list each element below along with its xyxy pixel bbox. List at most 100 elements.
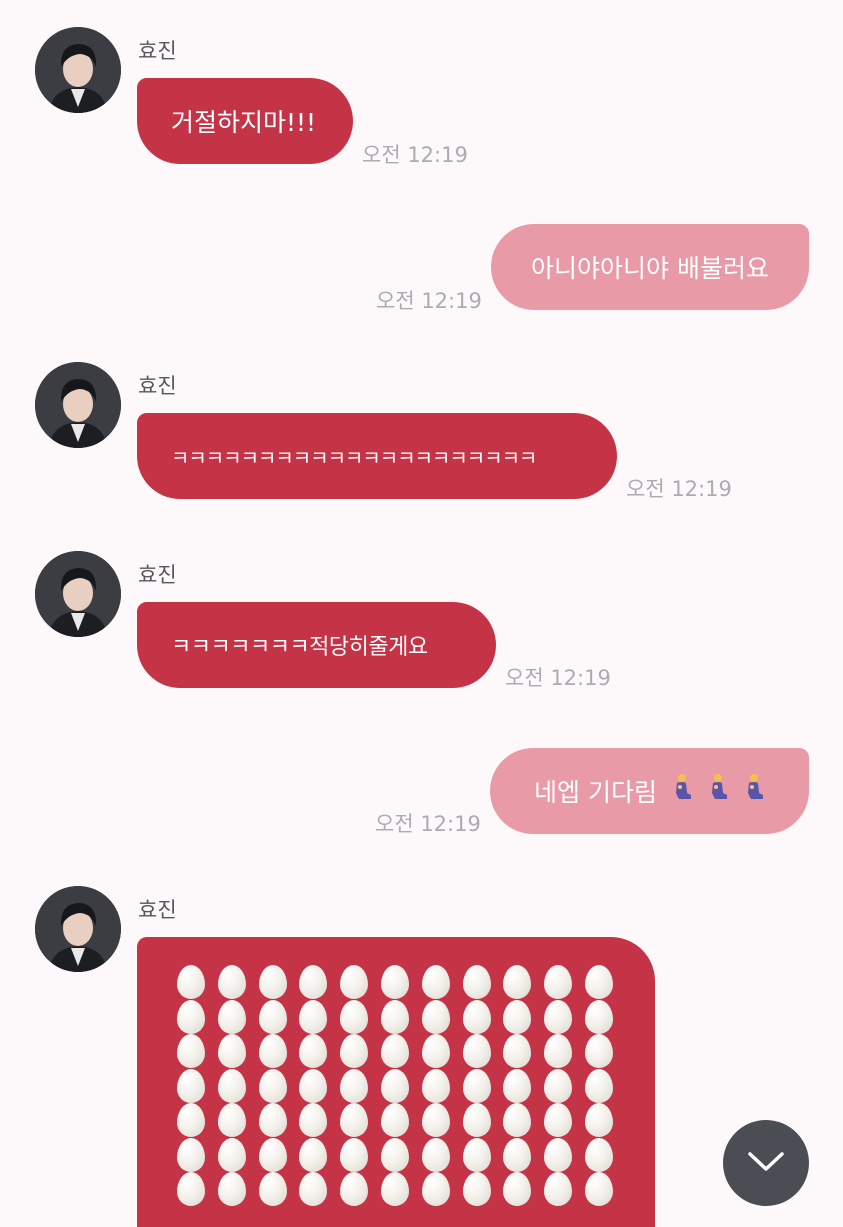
message-text: 아니야아니야 배불러요 <box>531 254 769 283</box>
egg-icon <box>258 1034 287 1068</box>
egg-icon <box>177 965 205 999</box>
egg-icon <box>177 1137 205 1172</box>
message-bubble[interactable]: 거절하지마!!! <box>137 78 353 164</box>
message-text: ㅋㅋㅋㅋㅋㅋㅋ적당히줄게요 <box>171 635 428 660</box>
egg-icon <box>503 1103 532 1137</box>
egg-icon <box>217 965 246 999</box>
egg-icon <box>381 1034 409 1068</box>
egg-icon <box>381 1137 409 1172</box>
egg-icon <box>381 1068 409 1103</box>
message-time: 오전 12:19 <box>362 143 468 167</box>
egg-icon <box>503 1068 532 1103</box>
egg-icon <box>340 999 369 1034</box>
egg-icon <box>299 1137 328 1172</box>
egg-icon <box>177 1068 205 1103</box>
egg-icon <box>299 965 328 999</box>
egg-icon <box>585 965 613 999</box>
egg-icon <box>462 965 491 999</box>
egg-icon <box>340 1172 369 1206</box>
egg-icon <box>217 999 246 1034</box>
egg-icon <box>462 1103 491 1137</box>
egg-icon <box>217 1034 246 1068</box>
egg-icon <box>421 965 450 999</box>
message-time: 오전 12:19 <box>375 812 481 836</box>
egg-icon <box>544 1172 573 1206</box>
egg-icon <box>381 1172 409 1206</box>
sender-name: 효진 <box>138 374 177 398</box>
egg-icon <box>258 965 287 999</box>
egg-icon <box>217 1068 246 1103</box>
egg-icon <box>177 1172 205 1206</box>
avatar[interactable] <box>35 551 121 637</box>
egg-icon <box>544 1137 573 1172</box>
message-text: ㅋㅋㅋㅋㅋㅋㅋㅋㅋㅋㅋㅋㅋㅋㅋㅋㅋㅋㅋㅋㅋ <box>171 445 537 470</box>
message-text: 네엡 기다림 <box>534 778 657 807</box>
egg-icon <box>299 1172 328 1206</box>
egg-icon <box>340 1137 369 1172</box>
egg-icon <box>544 1034 573 1068</box>
message-bubble[interactable]: 네엡 기다림 <box>490 748 809 834</box>
egg-icon <box>299 999 328 1034</box>
message-bubble[interactable]: 아니야아니야 배불러요 <box>491 224 809 310</box>
egg-icon <box>585 999 613 1034</box>
egg-icon <box>177 1103 205 1137</box>
egg-icon <box>421 1068 450 1103</box>
egg-icon <box>381 965 409 999</box>
egg-icon <box>544 1068 573 1103</box>
egg-icon <box>340 1068 369 1103</box>
egg-icon <box>217 1137 246 1172</box>
avatar[interactable] <box>35 886 121 972</box>
egg-icon <box>421 1103 450 1137</box>
egg-icon <box>258 1103 287 1137</box>
egg-icon <box>421 1137 450 1172</box>
sender-name: 효진 <box>138 563 177 587</box>
egg-icon <box>503 965 532 999</box>
egg-icon <box>217 1103 246 1137</box>
egg-icon <box>340 965 369 999</box>
message-bubble[interactable]: ㅋㅋㅋㅋㅋㅋㅋㅋㅋㅋㅋㅋㅋㅋㅋㅋㅋㅋㅋㅋㅋ <box>137 413 617 499</box>
message-time: 오전 12:19 <box>376 289 482 313</box>
egg-icon <box>340 1103 369 1137</box>
egg-icon <box>503 1172 532 1206</box>
message-bubble[interactable] <box>137 937 655 1227</box>
egg-icon <box>421 1034 450 1068</box>
egg-icon <box>503 1137 532 1172</box>
egg-icon <box>177 999 205 1034</box>
egg-icon <box>299 1068 328 1103</box>
egg-icon <box>381 999 409 1034</box>
egg-icon <box>585 1172 613 1206</box>
sender-name: 효진 <box>138 39 177 63</box>
chevron-down-icon <box>746 1149 786 1177</box>
avatar[interactable] <box>35 362 121 448</box>
kneeling-person-icon <box>707 773 729 809</box>
egg-icon <box>258 999 287 1034</box>
egg-icon <box>381 1103 409 1137</box>
egg-icon <box>462 1068 491 1103</box>
message-text: 거절하지마!!! <box>171 108 317 137</box>
egg-icon <box>258 1068 287 1103</box>
kneeling-person-icon <box>743 773 765 809</box>
egg-icon <box>421 999 450 1034</box>
egg-icon <box>544 965 573 999</box>
egg-icon <box>462 1034 491 1068</box>
egg-icon <box>585 1034 613 1068</box>
egg-icon <box>544 1103 573 1137</box>
egg-icon <box>217 1172 246 1206</box>
egg-icon <box>585 1068 613 1103</box>
egg-icon <box>258 1172 287 1206</box>
egg-icon <box>462 1172 491 1206</box>
egg-icon <box>299 1034 328 1068</box>
egg-icon <box>462 1137 491 1172</box>
egg-icon <box>585 1137 613 1172</box>
message-time: 오전 12:19 <box>626 477 732 501</box>
message-bubble[interactable]: ㅋㅋㅋㅋㅋㅋㅋ적당히줄게요 <box>137 602 496 688</box>
egg-icon <box>421 1172 450 1206</box>
scroll-down-button[interactable] <box>723 1120 809 1206</box>
egg-icon <box>258 1137 287 1172</box>
avatar[interactable] <box>35 27 121 113</box>
egg-icon <box>177 1034 205 1068</box>
sender-name: 효진 <box>138 898 177 922</box>
egg-icon <box>340 1034 369 1068</box>
egg-icon <box>299 1103 328 1137</box>
egg-icon <box>462 999 491 1034</box>
